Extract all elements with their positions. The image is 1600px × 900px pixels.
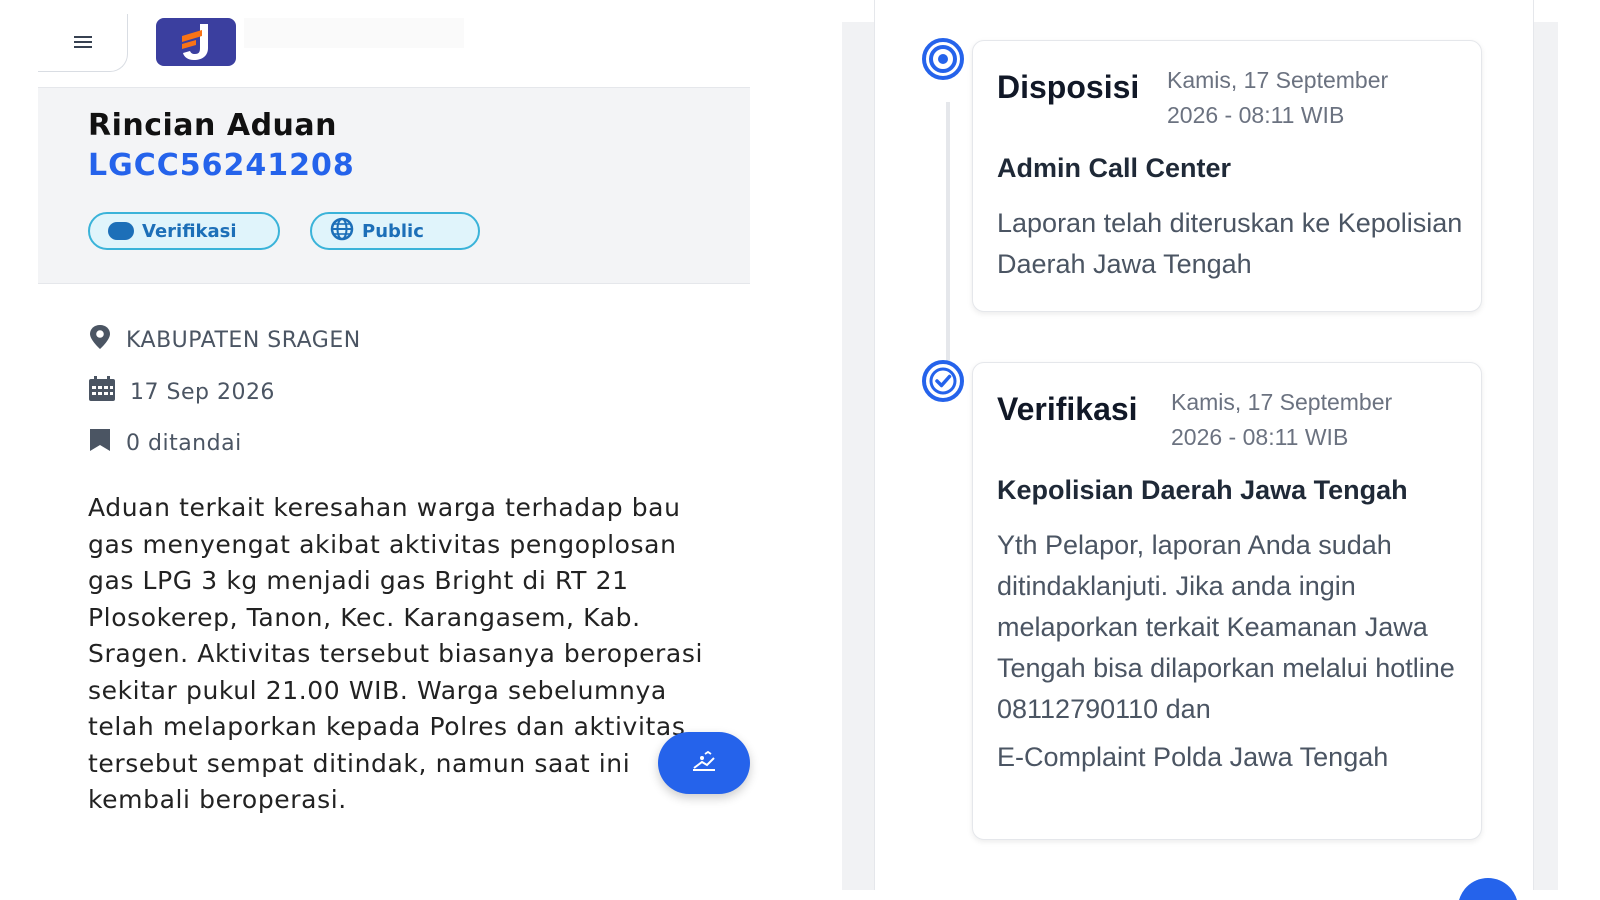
timeline-message: Laporan telah diteruskan ke Kepolisian D… [997,208,1463,279]
timeline-status: Verifikasi [997,391,1138,427]
hamburger-icon [73,33,92,52]
bookmark-row: 0 ditandai [88,428,242,458]
check-circle-icon [922,360,964,402]
visibility-badge-label: Public [362,220,424,242]
bookmark-icon [88,428,112,458]
date-row: 17 Sep 2026 [88,376,275,408]
bookmark-count: 0 ditandai [126,430,242,456]
timeline-actor: Kepolisian Daerah Jawa Tengah [997,475,1408,505]
timeline-card: Disposisi Kamis, 17 September 2026 - 08:… [972,40,1482,312]
date-text: 17 Sep 2026 [130,379,275,405]
ticket-id: LGCC56241208 [88,148,355,183]
status-badge-label: Verifikasi [142,220,237,242]
complaint-detail-panel: Rincian Aduan LGCC56241208 Verifikasi Pu… [38,0,750,890]
app-logo[interactable] [156,18,236,66]
timeline-status: Disposisi [997,69,1140,105]
status-dot-icon [108,222,134,240]
floating-action-icon [691,750,717,776]
location-text: KABUPATEN SRAGEN [126,327,361,353]
header-spacer [244,18,464,48]
complaint-description: Aduan terkait keresahan warga terhadap b… [88,493,704,814]
target-icon [922,38,964,80]
globe-icon [330,217,354,246]
location-row: KABUPATEN SRAGEN [88,324,361,356]
page-title: Rincian Aduan [88,108,338,143]
calendar-icon [88,376,116,408]
complaint-header: Rincian Aduan LGCC56241208 Verifikasi Pu… [38,88,750,284]
visibility-badge: Public [310,212,480,250]
status-badge: Verifikasi [88,212,280,250]
timeline-message-extra: E-Complaint Polda Jawa Tengah [997,742,1389,772]
timeline-message: Yth Pelapor, laporan Anda sudah ditindak… [997,530,1455,724]
timeline-card: Verifikasi Kamis, 17 September 2026 - 08… [972,362,1482,840]
timeline-connector [946,102,950,366]
location-pin-icon [88,324,112,356]
timeline-actor: Admin Call Center [997,153,1232,183]
timeline-time: Kamis, 17 September 2026 - 08:11 WIB [1167,67,1389,128]
floating-action-button[interactable] [658,732,750,794]
timeline-time: Kamis, 17 September 2026 - 08:11 WIB [1171,389,1393,450]
top-bar [38,0,750,88]
menu-button[interactable] [38,14,128,72]
